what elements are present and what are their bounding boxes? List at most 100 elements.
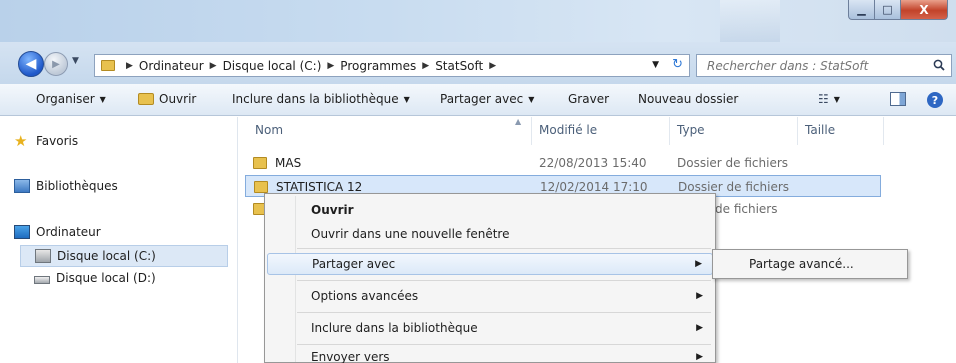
file-type: Dossier de fichiers <box>677 156 789 170</box>
column-header-type[interactable]: Type <box>677 123 705 137</box>
open-label: Ouvrir <box>159 92 197 106</box>
file-modified: 12/02/2014 17:10 <box>540 180 648 194</box>
menu-separator <box>297 248 711 249</box>
file-type: de fichiers <box>715 202 778 216</box>
title-bar-glass <box>720 0 780 42</box>
help-button[interactable]: ? <box>927 92 943 108</box>
drive-windows-icon <box>35 249 51 263</box>
folder-icon <box>101 60 115 71</box>
nav-favorites[interactable]: ★ Favoris <box>14 132 79 150</box>
column-divider[interactable] <box>797 117 798 145</box>
maximize-button[interactable]: □ <box>874 0 901 20</box>
nav-computer-label: Ordinateur <box>36 225 101 239</box>
refresh-icon[interactable]: ↻ <box>672 57 683 72</box>
folder-open-icon <box>138 93 154 105</box>
menu-item-open[interactable]: Ouvrir <box>267 199 713 221</box>
recent-pages-dropdown[interactable]: ▼ <box>72 56 79 66</box>
column-header-modified[interactable]: Modifié le <box>539 123 597 137</box>
menu-item-open-new-window[interactable]: Ouvrir dans une nouvelle fenêtre <box>267 223 713 245</box>
change-view-button[interactable]: ☷ ▼ <box>818 92 840 106</box>
command-bar: Organiser ▼ Ouvrir Inclure dans la bibli… <box>0 84 956 116</box>
help-icon: ? <box>927 92 943 108</box>
menu-separator <box>297 280 711 281</box>
search-box[interactable] <box>696 54 952 77</box>
new-folder-button[interactable]: Nouveau dossier <box>638 92 738 106</box>
menu-item-label: Partage avancé... <box>749 257 854 271</box>
menu-item-share-with[interactable]: Partager avec ▶ <box>267 253 713 275</box>
arrow-right-icon: ▶ <box>52 58 60 70</box>
chevron-right-icon: ▶ <box>696 291 703 301</box>
forward-button[interactable]: ▶ <box>44 52 68 76</box>
menu-item-label: Ouvrir <box>311 203 354 217</box>
new-folder-label: Nouveau dossier <box>638 92 739 106</box>
address-history-dropdown[interactable]: ▼ <box>652 60 659 70</box>
address-row: ◀ ▶ ▼ ▶ Ordinateur ▶ Disque local (C:) ▶… <box>0 42 956 84</box>
drive-icon <box>34 276 50 284</box>
nav-libraries[interactable]: Bibliothèques <box>14 179 118 193</box>
file-modified: 22/08/2013 15:40 <box>539 156 647 170</box>
back-button[interactable]: ◀ <box>18 51 44 77</box>
context-menu: Ouvrir Ouvrir dans une nouvelle fenêtre … <box>264 193 716 363</box>
arrow-left-icon: ◀ <box>25 56 37 72</box>
nav-drive-d[interactable]: Disque local (D:) <box>34 271 156 285</box>
chevron-right-icon: ▶ <box>696 323 703 333</box>
nav-computer[interactable]: Ordinateur <box>14 225 101 239</box>
menu-item-advanced-options[interactable]: Options avancées ▶ <box>267 285 713 307</box>
share-with-button[interactable]: Partager avec ▼ <box>440 92 534 106</box>
breadcrumb-separator[interactable]: ▶ <box>126 61 133 71</box>
menu-item-advanced-sharing[interactable]: Partage avancé... <box>715 253 905 275</box>
folder-icon <box>254 181 268 193</box>
breadcrumb-separator[interactable]: ▶ <box>489 61 496 71</box>
address-bar[interactable]: ▶ Ordinateur ▶ Disque local (C:) ▶ Progr… <box>94 54 690 77</box>
menu-item-label: Options avancées <box>311 289 419 303</box>
share-with-submenu: Partage avancé... <box>712 249 908 279</box>
menu-separator <box>297 344 711 345</box>
chevron-down-icon: ▼ <box>99 94 106 104</box>
chevron-right-icon: ▶ <box>695 259 702 269</box>
nav-drive-d-label: Disque local (D:) <box>56 271 156 285</box>
nav-drive-c[interactable]: Disque local (C:) <box>20 245 228 267</box>
minimize-button[interactable]: ▁ <box>848 0 875 20</box>
views-icon: ☷ <box>818 92 829 106</box>
navigation-pane: ★ Favoris Bibliothèques Ordinateur Disqu… <box>0 117 238 363</box>
computer-icon <box>14 225 30 239</box>
column-header-name[interactable]: Nom <box>255 123 283 137</box>
file-name: STATISTICA 12 <box>276 180 363 194</box>
column-divider[interactable] <box>883 117 884 145</box>
table-row[interactable]: MAS 22/08/2013 15:40 Dossier de fichiers <box>245 152 881 174</box>
menu-item-send-to[interactable]: Envoyer vers ▶ <box>267 346 713 363</box>
menu-item-label: Inclure dans la bibliothèque <box>311 321 478 335</box>
burn-label: Graver <box>568 92 610 106</box>
include-library-button[interactable]: Inclure dans la bibliothèque ▼ <box>232 92 410 106</box>
breadcrumb-separator[interactable]: ▶ <box>210 61 217 71</box>
burn-button[interactable]: Graver <box>568 92 609 106</box>
column-divider[interactable] <box>669 117 670 145</box>
preview-pane-button[interactable] <box>890 92 906 106</box>
organize-label: Organiser <box>36 92 95 106</box>
chevron-right-icon: ▶ <box>696 352 703 362</box>
menu-item-label: Partager avec <box>312 257 396 271</box>
breadcrumb-separator[interactable]: ▶ <box>327 61 334 71</box>
breadcrumb-statsoft[interactable]: StatSoft <box>435 59 483 73</box>
preview-pane-icon <box>890 92 906 106</box>
search-icon[interactable] <box>933 59 945 71</box>
menu-item-include-library[interactable]: Inclure dans la bibliothèque ▶ <box>267 317 713 339</box>
column-header-size[interactable]: Taille <box>805 123 835 137</box>
organize-button[interactable]: Organiser ▼ <box>36 92 106 106</box>
nav-favorites-label: Favoris <box>36 134 79 148</box>
file-name: MAS <box>275 156 302 170</box>
breadcrumb-disque-c[interactable]: Disque local (C:) <box>223 59 322 73</box>
breadcrumb-separator[interactable]: ▶ <box>422 61 429 71</box>
breadcrumb-ordinateur[interactable]: Ordinateur <box>139 59 204 73</box>
open-button[interactable]: Ouvrir <box>138 92 196 106</box>
chevron-down-icon: ▼ <box>528 94 535 104</box>
column-divider[interactable] <box>531 117 532 145</box>
menu-item-label: Envoyer vers <box>311 350 390 363</box>
column-header-bar: ▲ Nom Modifié le Type Taille <box>239 117 956 147</box>
title-bar: ▁ □ X <box>0 0 956 42</box>
close-button[interactable]: X <box>900 0 948 20</box>
library-icon <box>14 179 30 193</box>
star-icon: ★ <box>14 132 28 150</box>
search-input[interactable] <box>697 58 917 73</box>
breadcrumb-programmes[interactable]: Programmes <box>340 59 416 73</box>
